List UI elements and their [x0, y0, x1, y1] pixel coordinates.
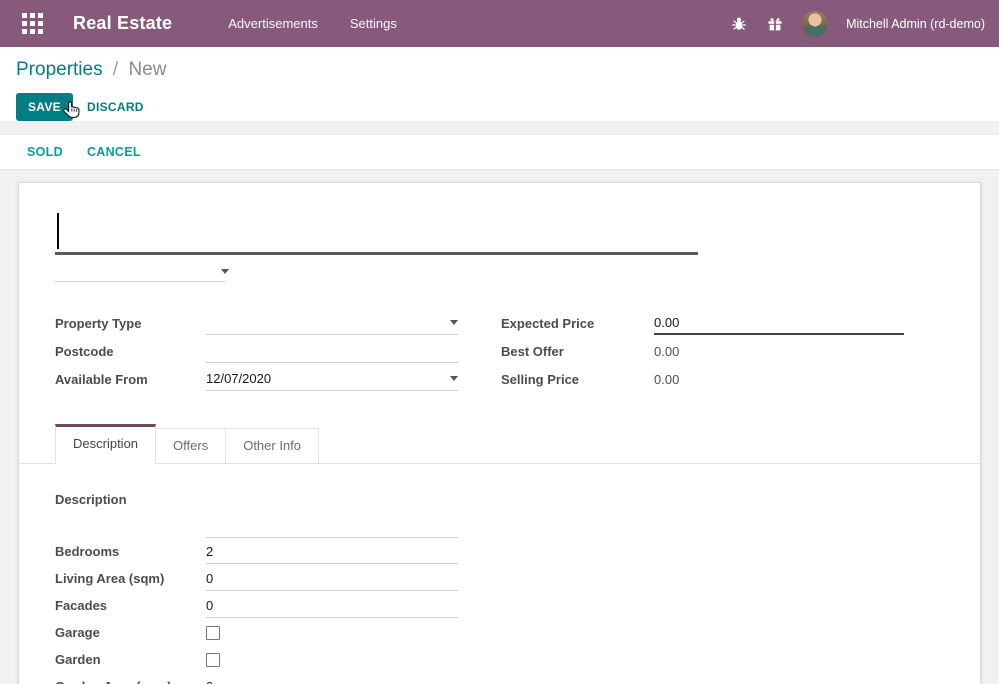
selling-price-label: Selling Price: [501, 372, 654, 387]
description-label: Description: [55, 492, 206, 507]
form-sheet: Property Type Postcode Available From: [18, 182, 981, 684]
best-offer-value: 0.00: [654, 339, 904, 363]
field-row-best-offer: Best Offer 0.00: [501, 337, 904, 365]
breadcrumb-properties-link[interactable]: Properties: [16, 59, 103, 80]
tab-offers[interactable]: Offers: [155, 428, 226, 463]
best-offer-text: 0.00: [654, 344, 679, 359]
apps-grid-icon[interactable]: [22, 13, 43, 34]
control-panel-buttons: SAVE DISCARD: [16, 93, 983, 121]
expected-price-input[interactable]: 0.00: [654, 311, 904, 335]
cancel-button[interactable]: CANCEL: [87, 145, 141, 159]
garden-checkbox[interactable]: [206, 653, 220, 667]
property-tags-input[interactable]: [55, 256, 225, 282]
tab-description[interactable]: Description: [55, 424, 156, 464]
menu-advertisements[interactable]: Advertisements: [226, 12, 320, 35]
text-caret: [57, 213, 59, 249]
field-row-selling-price: Selling Price 0.00: [501, 365, 904, 393]
user-avatar[interactable]: [802, 11, 828, 37]
postcode-label: Postcode: [55, 344, 206, 359]
facades-label: Facades: [55, 598, 206, 613]
top-navbar: Real Estate Advertisements Settings: [0, 0, 999, 47]
facades-value: 0: [206, 598, 213, 613]
selling-price-value: 0.00: [654, 367, 904, 391]
notebook-tabs: Description Offers Other Info: [19, 424, 980, 464]
menu-settings[interactable]: Settings: [348, 12, 399, 35]
field-row-garage: Garage: [55, 619, 944, 646]
property-type-label: Property Type: [55, 316, 206, 331]
bedrooms-input[interactable]: 2: [206, 540, 458, 564]
field-row-available-from: Available From 12/07/2020: [55, 365, 458, 393]
garage-label: Garage: [55, 625, 206, 640]
chevron-down-icon: [450, 376, 458, 381]
garden-label: Garden: [55, 652, 206, 667]
control-panel: Properties / New SAVE DISCARD: [0, 47, 999, 121]
save-button[interactable]: SAVE: [16, 93, 73, 121]
description-input[interactable]: [206, 492, 458, 538]
living-area-label: Living Area (sqm): [55, 571, 206, 586]
field-row-bedrooms: Bedrooms 2: [55, 538, 944, 565]
chevron-down-icon: [450, 320, 458, 325]
app-title[interactable]: Real Estate: [73, 13, 172, 34]
garden-area-input[interactable]: 0: [206, 675, 458, 684]
bug-icon[interactable]: [730, 15, 748, 33]
chevron-down-icon: [221, 269, 229, 274]
best-offer-label: Best Offer: [501, 344, 654, 359]
field-row-property-type: Property Type: [55, 309, 458, 337]
available-from-value: 12/07/2020: [206, 371, 271, 386]
facades-input[interactable]: 0: [206, 594, 458, 618]
living-area-value: 0: [206, 571, 213, 586]
sold-button[interactable]: SOLD: [27, 145, 63, 159]
field-row-description: Description: [55, 492, 944, 538]
garage-checkbox[interactable]: [206, 626, 220, 640]
field-row-garden-area: Garden Area (sqm) 0: [55, 673, 944, 684]
field-row-postcode: Postcode: [55, 337, 458, 365]
statusbar: SOLD CANCEL: [0, 134, 999, 170]
navbar-right: Mitchell Admin (rd-demo): [730, 11, 985, 37]
bedrooms-value: 2: [206, 544, 213, 559]
selling-price-text: 0.00: [654, 372, 679, 387]
garden-area-value: 0: [206, 679, 213, 684]
discard-button[interactable]: DISCARD: [87, 100, 144, 114]
nav-menus: Advertisements Settings: [226, 12, 399, 35]
left-column: Property Type Postcode Available From: [55, 309, 458, 393]
tab-other-info[interactable]: Other Info: [225, 428, 319, 463]
user-name[interactable]: Mitchell Admin (rd-demo): [846, 17, 985, 31]
description-tab-page: Description Bedrooms 2 Living Area (sqm)…: [55, 464, 944, 684]
right-column: Expected Price 0.00 Best Offer 0.00 Sell…: [501, 309, 904, 393]
breadcrumb-separator: /: [108, 59, 123, 80]
breadcrumb: Properties / New: [16, 59, 983, 81]
expected-price-value: 0.00: [654, 315, 679, 330]
field-row-garden: Garden: [55, 646, 944, 673]
gift-icon[interactable]: [766, 15, 784, 33]
property-type-input[interactable]: [206, 311, 458, 335]
field-row-living-area: Living Area (sqm) 0: [55, 565, 944, 592]
available-from-input[interactable]: 12/07/2020: [206, 367, 458, 391]
bedrooms-label: Bedrooms: [55, 544, 206, 559]
field-row-facades: Facades 0: [55, 592, 944, 619]
available-from-label: Available From: [55, 372, 206, 387]
form-view: Property Type Postcode Available From: [0, 170, 999, 684]
garden-area-label: Garden Area (sqm): [55, 679, 206, 684]
property-title-input[interactable]: [55, 208, 698, 255]
living-area-input[interactable]: 0: [206, 567, 458, 591]
field-row-expected-price: Expected Price 0.00: [501, 309, 904, 337]
postcode-input[interactable]: [206, 339, 458, 363]
expected-price-label: Expected Price: [501, 316, 654, 331]
main-field-group: Property Type Postcode Available From: [55, 309, 944, 393]
breadcrumb-current: New: [128, 59, 166, 80]
